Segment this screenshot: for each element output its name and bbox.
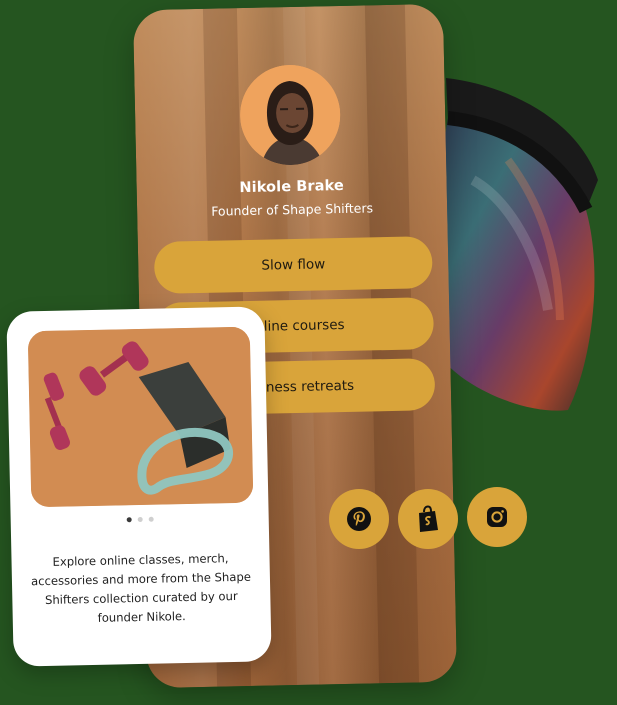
shopify-button[interactable] (398, 489, 458, 549)
instagram-button[interactable] (467, 487, 527, 547)
product-image[interactable] (27, 326, 254, 508)
carousel-dot[interactable] (148, 516, 154, 522)
carousel-dot[interactable] (126, 517, 132, 523)
product-description: Explore online classes, merch, accessori… (30, 551, 252, 625)
pinterest-button[interactable] (329, 489, 389, 549)
pinterest-icon (347, 507, 371, 531)
profile-photo (239, 64, 342, 167)
carousel-dots (11, 514, 269, 524)
avatar[interactable] (239, 64, 342, 167)
instagram-icon (487, 507, 507, 527)
link-button-slow-flow[interactable]: Slow flow (153, 236, 433, 294)
shopify-icon (419, 505, 438, 532)
carousel-dot[interactable] (137, 516, 143, 523)
dumbbells-block-image (27, 326, 254, 508)
product-card[interactable]: Explore online classes, merch, accessori… (6, 306, 272, 667)
